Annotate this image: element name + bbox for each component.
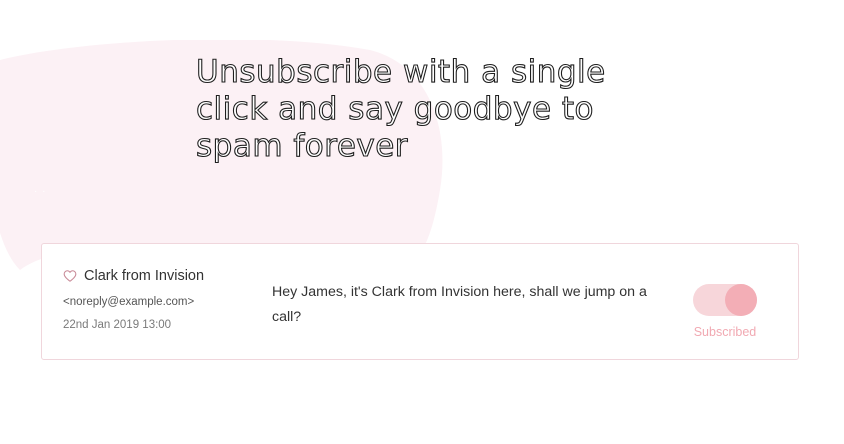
subscription-status-label: Subscribed bbox=[693, 325, 757, 339]
email-preview: Hey James, it's Clark from Invision here… bbox=[272, 284, 647, 325]
subscription-toggle[interactable] bbox=[693, 284, 757, 316]
sender-name: Clark from Invision bbox=[84, 268, 205, 284]
email-row[interactable]: Clark from Invision <noreply@example.com… bbox=[41, 243, 799, 360]
sender-line: Clark from Invision bbox=[63, 268, 204, 284]
heart-outline-icon[interactable] bbox=[63, 269, 77, 283]
decorative-dots: · · bbox=[34, 186, 47, 197]
email-date: 22nd Jan 2019 13:00 bbox=[63, 319, 172, 331]
sender-email: <noreply@example.com> bbox=[63, 296, 195, 308]
page-headline: Unsubscribe with a single click and say … bbox=[195, 53, 606, 164]
toggle-knob bbox=[725, 284, 757, 316]
